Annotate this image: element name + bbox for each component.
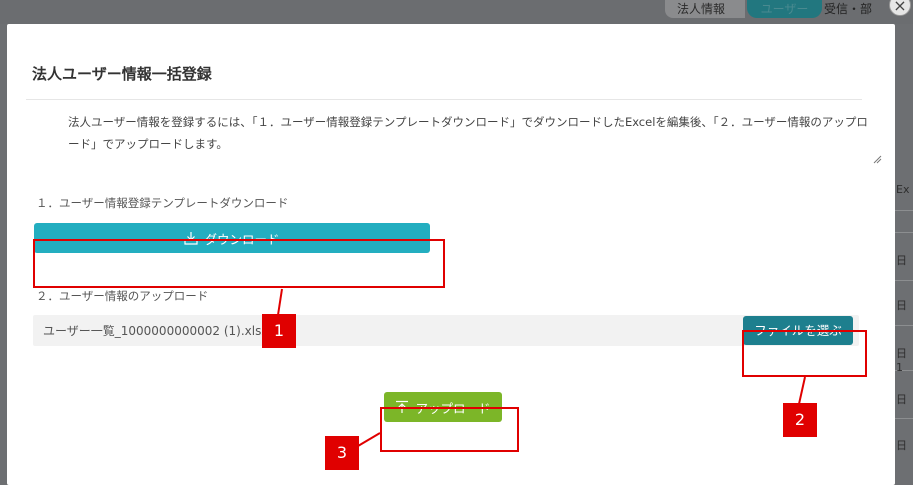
background-tab-corporate: 法人情報 bbox=[665, 0, 745, 18]
description-text: 法人ユーザー情報を登録するには、「１．ユーザー情報登録テンプレートダウンロード」… bbox=[68, 115, 868, 151]
annotation-box-3 bbox=[380, 407, 519, 452]
background-row-divider bbox=[895, 325, 913, 326]
background-row-divider bbox=[895, 232, 913, 233]
annotation-box-2 bbox=[742, 330, 867, 377]
background-label: 日 1 bbox=[896, 347, 907, 374]
background-label: Ex bbox=[896, 183, 910, 196]
background-tab-receive: 受信・部 bbox=[824, 2, 873, 16]
background-tab-user: ユーザー bbox=[747, 0, 822, 18]
background-row-divider bbox=[895, 280, 913, 281]
step1-label: １．ユーザー情報登録テンプレートダウンロード bbox=[36, 196, 289, 210]
dialog-title: 法人ユーザー情報一括登録 bbox=[32, 65, 212, 83]
background-label: 日 bbox=[896, 393, 907, 406]
annotation-badge-3: 3 bbox=[325, 436, 359, 470]
background-left-strip bbox=[0, 24, 7, 485]
file-field[interactable]: ユーザー一覧_1000000000002 (1).xlsx bbox=[33, 315, 859, 346]
step2-label: ２．ユーザー情報のアップロード bbox=[36, 289, 209, 303]
background-row-divider bbox=[895, 210, 913, 211]
background-label: 日 bbox=[896, 439, 907, 452]
background-label: 日 bbox=[896, 299, 907, 312]
background-row-divider bbox=[895, 418, 913, 419]
selected-file-name: ユーザー一覧_1000000000002 (1).xlsx bbox=[43, 324, 269, 338]
description-textarea[interactable]: 法人ユーザー情報を登録するには、「１．ユーザー情報登録テンプレートダウンロード」… bbox=[56, 108, 882, 164]
background-label: 日 bbox=[896, 254, 907, 267]
annotation-box-1 bbox=[33, 239, 445, 288]
resize-grip-icon[interactable] bbox=[872, 154, 882, 164]
title-divider bbox=[26, 99, 862, 100]
annotation-badge-2: 2 bbox=[783, 403, 817, 437]
annotation-badge-1: 1 bbox=[262, 314, 296, 348]
